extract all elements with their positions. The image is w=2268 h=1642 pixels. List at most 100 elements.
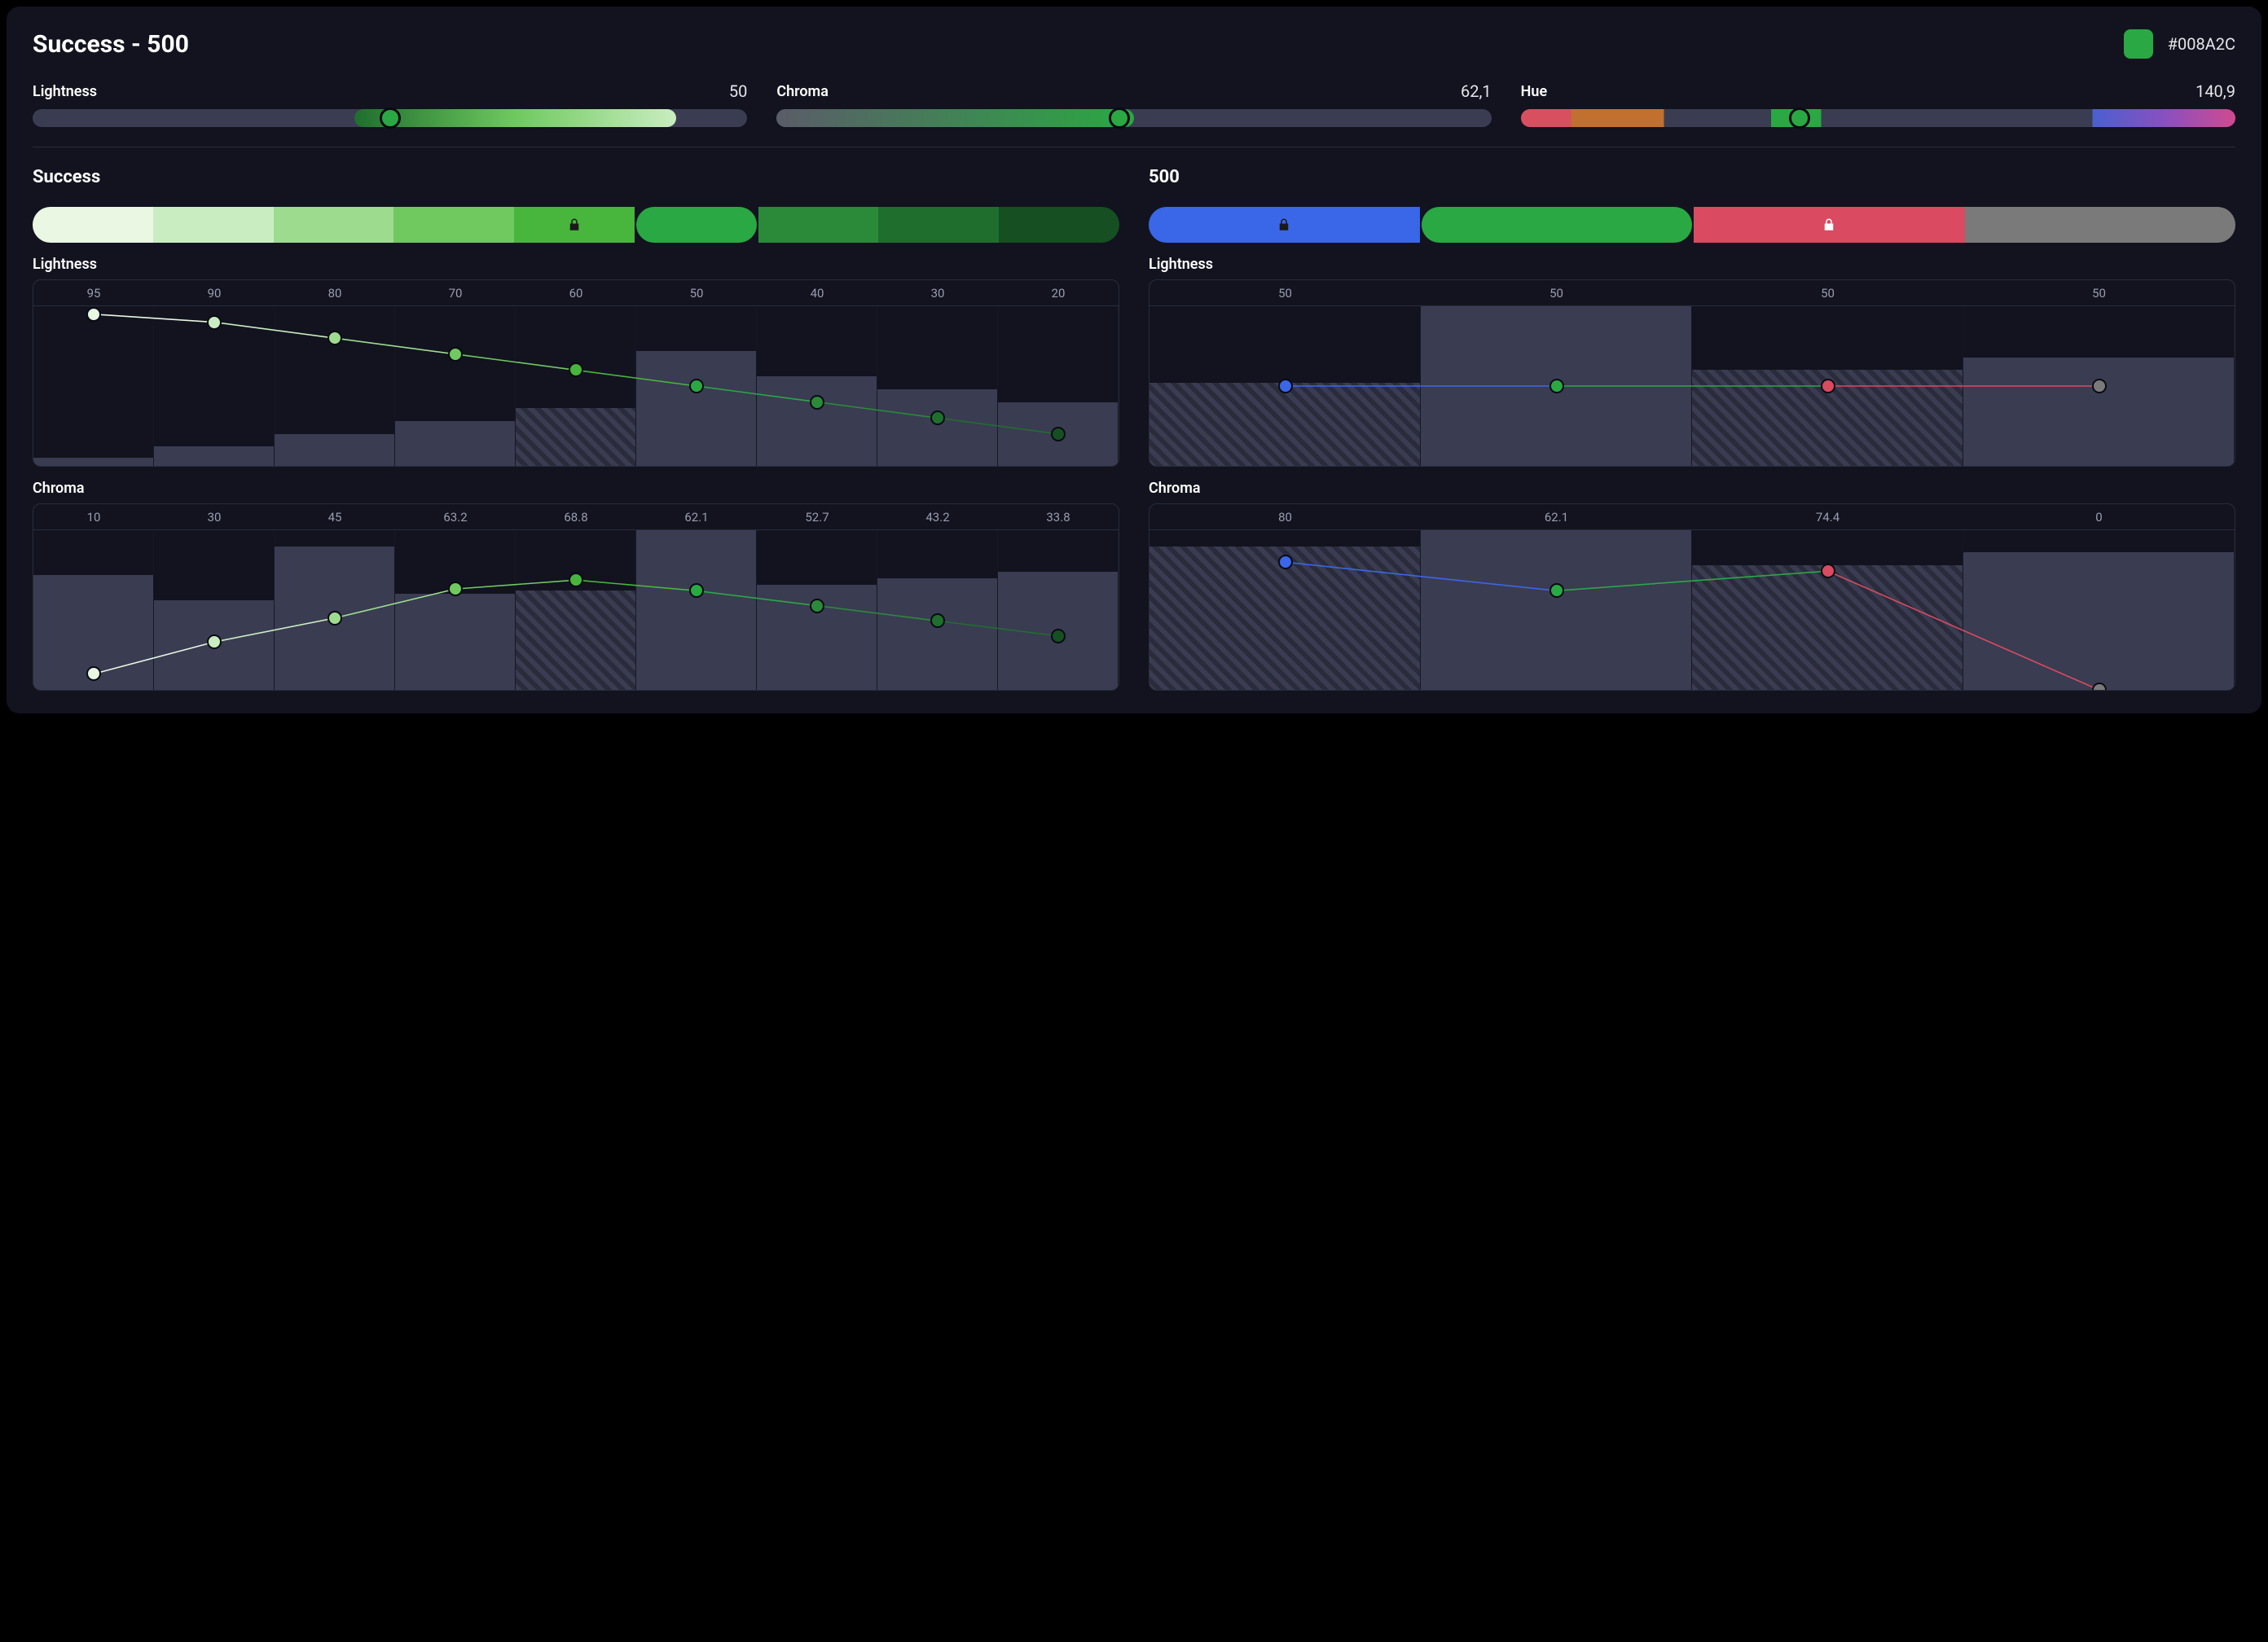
hex-value[interactable]: #008A2C: [2168, 34, 2235, 54]
chart-tick: 52.7: [757, 504, 877, 529]
palette-swatch[interactable]: [1694, 207, 1965, 243]
sliders-row: Lightness 50 Chroma 62,1 Hue 140,9: [33, 81, 2235, 127]
chart-tick: 50: [1692, 280, 1963, 305]
chart-tick: 60: [516, 280, 636, 305]
chart-point[interactable]: [689, 583, 704, 598]
chart-point[interactable]: [448, 582, 463, 596]
chart-tick: 20: [998, 280, 1119, 305]
page-title: Success - 500: [33, 30, 189, 59]
chart-point[interactable]: [930, 613, 945, 628]
chart-tick: 80: [1149, 504, 1421, 529]
chart-point[interactable]: [1278, 379, 1293, 393]
chart-point[interactable]: [810, 599, 824, 613]
chart-point[interactable]: [1278, 555, 1293, 569]
palette-swatch[interactable]: [758, 207, 879, 243]
chart-tick: 68.8: [516, 504, 636, 529]
chart-tick: 50: [1963, 280, 2235, 305]
chart-tick: 50: [1149, 280, 1421, 305]
palette-swatch[interactable]: [1422, 207, 1693, 243]
chroma-slider[interactable]: [776, 109, 1491, 127]
success-chroma-chart-block: Chroma 10304563.268.862.152.743.233.8: [33, 480, 1119, 691]
chart-tick: 95: [33, 280, 154, 305]
two-column-layout: Success Lightness 959080706050403020 Chr…: [33, 167, 2235, 691]
color-swatch[interactable]: [2124, 29, 2153, 59]
chart-point[interactable]: [569, 573, 583, 587]
color-swatch-group: #008A2C: [2124, 29, 2235, 59]
chart-point[interactable]: [1549, 583, 1564, 598]
chroma-slider-thumb[interactable]: [1109, 108, 1130, 129]
chart-point[interactable]: [86, 307, 101, 322]
palette-swatch[interactable]: [33, 207, 153, 243]
chroma-label: Chroma: [776, 83, 829, 100]
lock-icon: [1822, 217, 1836, 232]
lock-icon: [567, 217, 582, 232]
chart-point[interactable]: [930, 410, 945, 425]
palette-swatch[interactable]: [274, 207, 394, 243]
chart-tick: 30: [877, 280, 998, 305]
chart-tick: 43.2: [877, 504, 998, 529]
chart-point[interactable]: [1051, 427, 1066, 441]
palette-swatch[interactable]: [393, 207, 514, 243]
shade-section-title: 500: [1149, 167, 2235, 187]
success-chroma-chart[interactable]: 10304563.268.862.152.743.233.8: [33, 503, 1119, 691]
shade-palette-strip[interactable]: [1149, 207, 2235, 243]
chart-point[interactable]: [569, 362, 583, 377]
chart-tick: 10: [33, 504, 154, 529]
chart-tick: 74.4: [1692, 504, 1963, 529]
hue-label: Hue: [1521, 83, 1547, 100]
lightness-value: 50: [729, 81, 747, 101]
shade-chroma-chart-block: Chroma 8062.174.40: [1149, 480, 2235, 691]
palette-swatch[interactable]: [999, 207, 1119, 243]
chart-tick: 70: [395, 280, 516, 305]
success-lightness-chart[interactable]: 959080706050403020: [33, 279, 1119, 467]
chart-point[interactable]: [327, 331, 342, 345]
chart-point[interactable]: [207, 315, 222, 330]
palette-swatch[interactable]: [636, 207, 757, 243]
hue-slider-thumb[interactable]: [1789, 108, 1810, 129]
chart-tick: 45: [275, 504, 395, 529]
chart-tick: 40: [757, 280, 877, 305]
palette-swatch[interactable]: [514, 207, 635, 243]
chart-point[interactable]: [2092, 379, 2107, 393]
chart-point[interactable]: [1821, 564, 1835, 578]
header-row: Success - 500 #008A2C: [33, 29, 2235, 59]
chart-tick: 33.8: [998, 504, 1119, 529]
lightness-slider[interactable]: [33, 109, 747, 127]
chart-tick: 50: [1421, 280, 1692, 305]
shade-lightness-chart[interactable]: 50505050: [1149, 279, 2235, 467]
palette-swatch[interactable]: [1149, 207, 1420, 243]
chart-point[interactable]: [689, 379, 704, 393]
success-palette-strip[interactable]: [33, 207, 1119, 243]
shade-column: 500 Lightness 50505050 Chroma 8062.174.4…: [1149, 167, 2235, 691]
chroma-value: 62,1: [1461, 81, 1492, 101]
chroma-slider-block: Chroma 62,1: [776, 81, 1491, 127]
hue-slider[interactable]: [1521, 109, 2235, 127]
success-section-title: Success: [33, 167, 1119, 187]
success-column: Success Lightness 959080706050403020 Chr…: [33, 167, 1119, 691]
chart-label: Lightness: [33, 256, 1119, 273]
lightness-slider-block: Lightness 50: [33, 81, 747, 127]
hue-slider-block: Hue 140,9: [1521, 81, 2235, 127]
chart-tick: 50: [636, 280, 757, 305]
chart-point[interactable]: [1549, 379, 1564, 393]
shade-chroma-chart[interactable]: 8062.174.40: [1149, 503, 2235, 691]
chart-point[interactable]: [207, 634, 222, 649]
chart-point[interactable]: [1051, 629, 1066, 643]
color-editor-panel: Success - 500 #008A2C Lightness 50 Chrom…: [7, 7, 2261, 713]
palette-swatch[interactable]: [878, 207, 999, 243]
chart-point[interactable]: [327, 611, 342, 626]
chart-tick: 90: [154, 280, 275, 305]
chart-tick: 62.1: [1421, 504, 1692, 529]
chart-point[interactable]: [448, 347, 463, 362]
success-lightness-chart-block: Lightness 959080706050403020: [33, 256, 1119, 467]
palette-swatch[interactable]: [153, 207, 274, 243]
lightness-slider-thumb[interactable]: [380, 108, 401, 129]
chart-label: Lightness: [1149, 256, 2235, 273]
chart-point[interactable]: [1821, 379, 1835, 393]
shade-lightness-chart-block: Lightness 50505050: [1149, 256, 2235, 467]
palette-swatch[interactable]: [1965, 207, 2236, 243]
chart-point[interactable]: [810, 395, 824, 410]
lock-icon: [1277, 217, 1291, 232]
chart-point[interactable]: [86, 666, 101, 681]
chart-tick: 63.2: [395, 504, 516, 529]
